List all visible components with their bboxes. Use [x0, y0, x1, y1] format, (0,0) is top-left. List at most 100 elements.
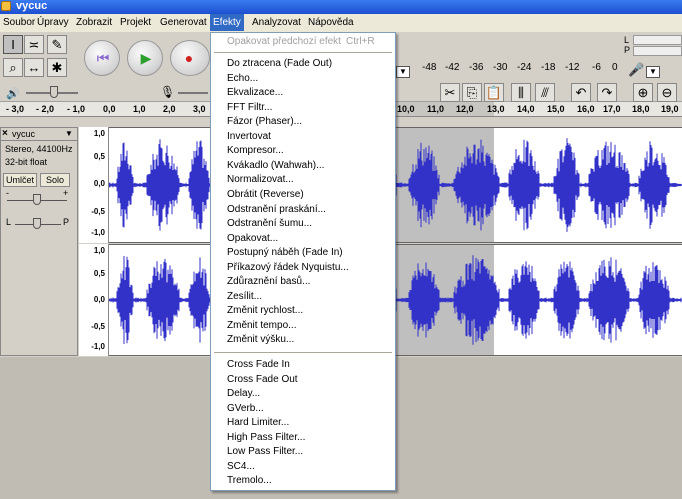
menu-item[interactable]: Změnit výšku... — [211, 333, 395, 347]
menu-item[interactable]: Změnit rychlost... — [211, 304, 395, 318]
silence-icon[interactable]: ⫻ — [535, 83, 555, 102]
meter-tick: -18 — [541, 62, 556, 73]
menu-project[interactable]: Projekt — [117, 14, 154, 31]
menu-item[interactable]: Změnit tempo... — [211, 319, 395, 333]
record-button[interactable]: ● — [170, 40, 210, 76]
copy-icon[interactable]: ⎘ — [462, 83, 482, 102]
output-volume-thumb[interactable] — [50, 86, 58, 98]
draw-tool-icon[interactable]: ✎ — [47, 35, 67, 54]
menu-item[interactable]: Hard Limiter... — [211, 416, 395, 430]
y-tick: 0,5 — [93, 269, 105, 278]
input-dropdown-icon[interactable]: ▼ — [646, 66, 660, 78]
record-icon: ● — [184, 50, 194, 66]
menu-item[interactable]: Postupný náběh (Fade In) — [211, 246, 395, 260]
menu-item[interactable]: Ekvalizace... — [211, 86, 395, 100]
ruler-tick: 2,0 — [163, 104, 176, 114]
envelope-tool-icon[interactable]: ≍ — [24, 35, 44, 54]
menu-item[interactable]: Cross Fade In — [211, 358, 395, 372]
track-close-icon[interactable]: × — [2, 128, 8, 139]
meter-tick: -12 — [565, 62, 580, 73]
y-tick: -0,5 — [91, 322, 105, 331]
menu-item[interactable]: Opakovat... — [211, 232, 395, 246]
ruler-tick: 14,0 — [517, 104, 535, 114]
y-tick: -0,5 — [91, 207, 105, 216]
multi-tool-icon[interactable]: ✱ — [47, 58, 67, 77]
menu-item-label: Opakovat předchozí efekt — [227, 36, 341, 47]
menu-item[interactable]: Normalizovat... — [211, 173, 395, 187]
ruler-tick: - 3,0 — [6, 104, 25, 114]
menu-item[interactable]: SC4... — [211, 460, 395, 474]
y-tick: 0,5 — [93, 152, 105, 161]
meter-tick: -42 — [445, 62, 460, 73]
paste-icon[interactable]: 📋 — [484, 83, 504, 102]
meter-tick: -48 — [422, 62, 437, 73]
mic-volume-icon: 🎙 — [160, 85, 176, 99]
ruler-tick: 13,0 — [487, 104, 505, 114]
menu-item[interactable]: Zdůraznění basů... — [211, 275, 395, 289]
meter-l-bar — [633, 35, 682, 45]
zoom-out-icon[interactable]: ⊖ — [657, 83, 677, 102]
solo-button[interactable]: Solo — [40, 173, 70, 187]
ruler-tick: 15,0 — [547, 104, 565, 114]
meter-dropdown-icon[interactable]: ▼ — [396, 66, 410, 78]
ruler-tick: - 2,0 — [36, 104, 55, 114]
selection-tool-icon[interactable]: I — [3, 35, 23, 54]
trim-icon[interactable]: ⫼ — [511, 83, 531, 102]
playback-meter-letter — [396, 33, 406, 43]
skip-start-button[interactable]: ⏮ — [84, 40, 120, 76]
meter-scale: -48 -42 -36 -30 -24 -18 -12 -6 0 — [412, 62, 626, 74]
menu-item[interactable]: Odstranění šumu... — [211, 217, 395, 231]
menu-analyze[interactable]: Analyzovat — [249, 14, 304, 31]
menu-view[interactable]: Zobrazit — [73, 14, 115, 31]
menu-item[interactable]: Cross Fade Out — [211, 373, 395, 387]
ruler-tick: 12,0 — [456, 104, 474, 114]
menu-help[interactable]: Nápověda — [305, 14, 357, 31]
menu-item[interactable]: Invertovat — [211, 130, 395, 144]
app-icon — [1, 1, 11, 11]
menu-item[interactable]: Delay... — [211, 387, 395, 401]
menu-item[interactable]: GVerb... — [211, 402, 395, 416]
redo-icon[interactable]: ↷ — [597, 83, 617, 102]
effects-menu: Opakovat předchozí efekt Ctrl+R Do ztrac… — [210, 32, 396, 491]
play-button[interactable]: ▶ — [127, 40, 163, 76]
undo-icon[interactable]: ↶ — [571, 83, 591, 102]
menu-item[interactable]: Echo... — [211, 72, 395, 86]
zoom-in-icon[interactable]: ⊕ — [633, 83, 653, 102]
cut-icon[interactable]: ✂ — [440, 83, 460, 102]
menu-item[interactable]: Kompresor... — [211, 144, 395, 158]
menu-item[interactable]: Odstranění praskání... — [211, 203, 395, 217]
ruler-tick: 1,0 — [133, 104, 146, 114]
pan-slider-thumb[interactable] — [33, 218, 41, 229]
menu-item[interactable]: Fázor (Phaser)... — [211, 115, 395, 129]
track-header[interactable]: × vycuc ▼ — [1, 128, 77, 141]
gain-slider-thumb[interactable] — [33, 194, 41, 205]
mute-button[interactable]: Umlčet — [3, 173, 37, 187]
menu-item[interactable]: Do ztracena (Fade Out) — [211, 57, 395, 71]
ruler-tick: 16,0 — [577, 104, 595, 114]
window-title: vycuc — [16, 0, 48, 12]
ruler-tick: 3,0 — [193, 104, 206, 114]
menu-item[interactable]: High Pass Filter... — [211, 431, 395, 445]
microphone-icon: 🎤 — [628, 62, 645, 77]
meter-tick: -30 — [493, 62, 508, 73]
menu-item[interactable]: Obrátit (Reverse) — [211, 188, 395, 202]
meter-tick: 0 — [612, 62, 618, 73]
ruler-tick: 17,0 — [603, 104, 621, 114]
menu-item[interactable]: Low Pass Filter... — [211, 445, 395, 459]
y-axis-left-channel: 1,0 0,5 0,0 -0,5 -1,0 — [79, 127, 109, 243]
menu-item[interactable]: Kvákadlo (Wahwah)... — [211, 159, 395, 173]
menu-item-shortcut: Ctrl+R — [346, 36, 375, 47]
menu-edit[interactable]: Úpravy — [34, 14, 72, 31]
menu-item[interactable]: Zesílit... — [211, 290, 395, 304]
menu-file[interactable]: Soubor — [0, 14, 38, 31]
input-volume-slider[interactable] — [178, 92, 208, 94]
menu-item[interactable]: FFT Filtr... — [211, 101, 395, 115]
timeshift-tool-icon[interactable]: ↔ — [24, 58, 44, 77]
menu-generate[interactable]: Generovat — [157, 14, 210, 31]
menu-item[interactable]: Tremolo... — [211, 474, 395, 488]
menu-item-repeat-effect[interactable]: Opakovat předchozí efekt Ctrl+R — [211, 35, 395, 49]
zoom-tool-icon[interactable]: ⌕ — [3, 58, 23, 77]
menu-item[interactable]: Příkazový řádek Nyquistu... — [211, 261, 395, 275]
menu-effects[interactable]: Efekty — [210, 14, 244, 31]
track-menu-chevron-down-icon[interactable]: ▼ — [65, 129, 73, 138]
